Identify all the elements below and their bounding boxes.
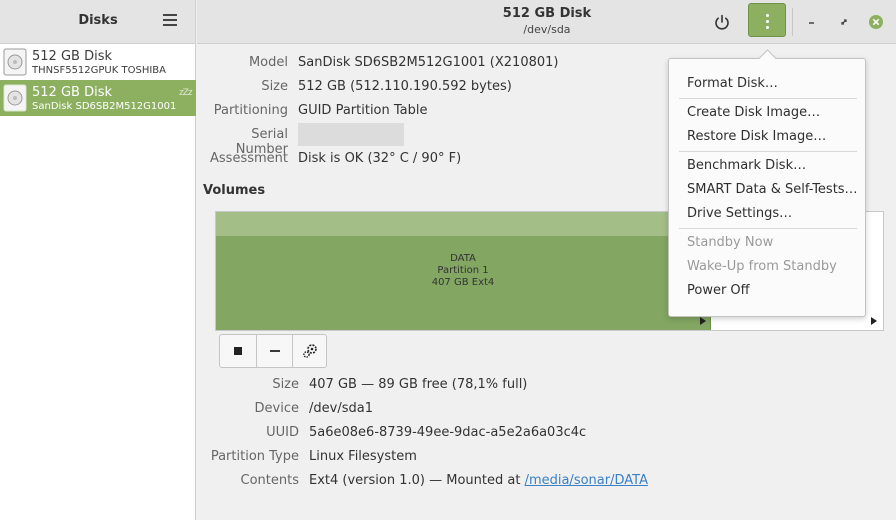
menu-item-smart-data[interactable]: SMART Data & Self-Tests…: [687, 182, 858, 197]
partition-type-value: Linux Filesystem: [309, 449, 417, 464]
header-bar: 512 GB Disk /dev/sda: [197, 0, 896, 44]
hamburger-menu-icon[interactable]: [159, 11, 181, 31]
menu-item-standby-now: Standby Now: [687, 235, 774, 250]
partition-label: DATA: [450, 253, 476, 264]
partition-number: Partition 1: [437, 265, 489, 276]
partition-size-label: Size: [272, 377, 299, 392]
disk-menu-popup: Format Disk… Create Disk Image… Restore …: [668, 58, 866, 317]
menu-item-drive-settings[interactable]: Drive Settings…: [687, 206, 792, 221]
partitioning-label: Partitioning: [213, 103, 288, 118]
hard-disk-icon: [3, 84, 27, 112]
header-separator: [792, 8, 793, 36]
unmount-button[interactable]: [220, 335, 256, 367]
volumes-title: Volumes: [203, 183, 266, 198]
sidebar-disk-toshiba[interactable]: 512 GB Disk THNSF5512GPUK TOSHIBA: [0, 44, 196, 80]
size-label: Size: [261, 79, 288, 94]
minimize-icon[interactable]: [802, 12, 822, 32]
partition-options-button[interactable]: [292, 335, 328, 367]
disk-name: 512 GB Disk: [32, 85, 112, 100]
partition-block[interactable]: DATA Partition 1 407 GB Ext4: [216, 212, 711, 330]
contents-label: Contents: [240, 473, 299, 488]
uuid-value: 5a6e08e6-8739-49ee-9dac-a5e2a6a03c4c: [309, 425, 587, 440]
device-label: Device: [254, 401, 299, 416]
header-subtitle: /dev/sda: [523, 23, 571, 36]
restore-icon[interactable]: [834, 12, 854, 32]
menu-item-benchmark-disk[interactable]: Benchmark Disk…: [687, 158, 806, 173]
menu-item-restore-disk-image[interactable]: Restore Disk Image…: [687, 129, 826, 144]
menu-item-power-off[interactable]: Power Off: [687, 283, 750, 298]
menu-item-create-disk-image[interactable]: Create Disk Image…: [687, 105, 820, 120]
partition-header: [216, 212, 710, 236]
standby-icon: zZz: [179, 88, 193, 98]
hard-disk-icon: [3, 48, 27, 76]
gears-icon: [303, 344, 317, 358]
serial-redacted: [298, 123, 404, 146]
stop-icon: [234, 347, 242, 355]
sidebar-header: Disks: [0, 0, 196, 44]
sidebar: 512 GB Disk THNSF5512GPUK TOSHIBA 512 GB…: [0, 44, 196, 520]
model-label: Model: [248, 55, 288, 70]
delete-partition-button[interactable]: [256, 335, 292, 367]
partition-type-label: Partition Type: [210, 449, 299, 464]
menu-separator: [679, 228, 857, 229]
disk-name: 512 GB Disk: [32, 49, 112, 64]
close-icon[interactable]: [866, 12, 886, 32]
contents-text: Ext4 (version 1.0) — Mounted at: [309, 473, 525, 488]
partitioning-value: GUID Partition Table: [298, 103, 428, 118]
device-value: /dev/sda1: [309, 401, 373, 416]
partition-arrow-icon: [700, 317, 706, 325]
disk-model: SanDisk SD6SB2M512G1001: [32, 101, 177, 112]
model-value: SanDisk SD6SB2M512G1001 (X210801): [298, 55, 559, 70]
free-space-arrow-icon: [871, 317, 877, 325]
menu-separator: [679, 98, 857, 99]
kebab-menu-icon[interactable]: [748, 3, 786, 37]
header-title: 512 GB Disk: [502, 6, 592, 21]
partition-size-value: 407 GB — 89 GB free (78,1% full): [309, 377, 528, 392]
menu-item-wake-up: Wake-Up from Standby: [687, 259, 837, 274]
minus-icon: [270, 350, 280, 352]
menu-item-format-disk[interactable]: Format Disk…: [687, 76, 778, 91]
contents-value: Ext4 (version 1.0) — Mounted at /media/s…: [309, 473, 648, 488]
assessment-value: Disk is OK (32° C / 90° F): [298, 151, 462, 166]
partition-size: 407 GB Ext4: [431, 277, 495, 288]
assessment-label: Assessment: [210, 151, 288, 166]
volume-toolbar: [219, 334, 327, 368]
uuid-label: UUID: [266, 425, 299, 440]
size-value: 512 GB (512.110.190.592 bytes): [298, 79, 512, 94]
sidebar-disk-sandisk[interactable]: 512 GB Disk SanDisk SD6SB2M512G1001 zZz: [0, 80, 196, 116]
power-icon[interactable]: [709, 10, 735, 34]
disk-model: THNSF5512GPUK TOSHIBA: [32, 65, 166, 76]
mount-point-link[interactable]: /media/sonar/DATA: [525, 473, 648, 488]
menu-separator: [679, 151, 857, 152]
